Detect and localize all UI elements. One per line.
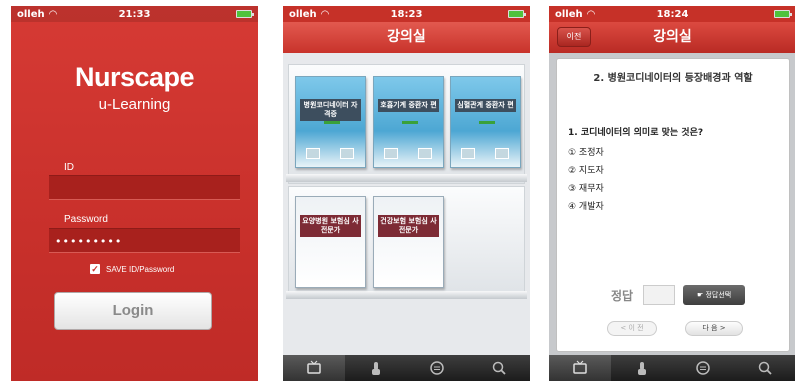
login-button[interactable]: Login	[54, 292, 212, 330]
touch-icon	[637, 362, 646, 375]
save-label: SAVE ID/Password	[106, 264, 175, 274]
progress-bar	[402, 121, 418, 124]
course-book[interactable]: 건강보험 보험심 사전문가	[373, 196, 444, 288]
select-answer-button[interactable]: ☛ 정답선택	[683, 285, 746, 305]
course-thumbnail	[306, 148, 320, 159]
question-text: 1. 코디네이터의 의미로 맞는 것은?	[568, 128, 704, 138]
course-title: 병원코디네이터 자격증	[300, 99, 361, 121]
progress-bar	[479, 121, 495, 124]
course-title: 호흡기계 중환자 편	[378, 99, 439, 112]
lesson-heading: 2. 병원코디네이터의 등장배경과 역할	[593, 73, 753, 84]
answer-option[interactable]: ③ 재무자	[568, 181, 604, 194]
course-title: 심혈관계 중환자 편	[455, 99, 516, 112]
battery-icon	[508, 10, 526, 18]
tab-search[interactable]	[734, 355, 795, 381]
login-screen: olleh ◠ 21:33 Nurscape u-Learning ID Pas…	[11, 6, 258, 381]
progress-bar	[324, 121, 340, 124]
answer-option[interactable]: ④ 개발자	[568, 199, 604, 212]
status-bar: olleh ◠ 21:33	[11, 6, 258, 22]
save-checkbox[interactable]: ✓	[90, 264, 100, 274]
wifi-icon: ◠	[586, 8, 596, 20]
answer-option[interactable]: ② 지도자	[568, 163, 604, 176]
tab-search[interactable]	[468, 355, 530, 381]
shelf-board	[286, 291, 527, 299]
carrier-label: olleh	[289, 8, 317, 20]
carrier-label: olleh	[17, 8, 45, 20]
tab-chat[interactable]	[407, 355, 469, 381]
classroom-screen: olleh ◠ 18:23 강의실 병원코디네이터 자격증 호흡기계 중환자 편…	[283, 6, 530, 381]
course-book[interactable]: 요양병원 보험심 사전문가	[295, 196, 366, 288]
tab-touch[interactable]	[345, 355, 407, 381]
save-credentials-row[interactable]: ✓ SAVE ID/Password	[90, 264, 174, 274]
search-icon	[758, 361, 772, 375]
course-book[interactable]: 병원코디네이터 자격증	[295, 76, 366, 168]
status-bar: olleh ◠ 18:24	[549, 6, 795, 22]
course-thumbnail	[384, 148, 398, 159]
wifi-icon: ◠	[320, 8, 330, 20]
answer-option[interactable]: ① 조정자	[568, 145, 604, 158]
course-book[interactable]: 심혈관계 중환자 편	[450, 76, 521, 168]
course-thumbnail	[495, 148, 509, 159]
tv-icon	[307, 360, 321, 374]
app-logo-subtitle: u-Learning	[98, 96, 171, 113]
status-bar: olleh ◠ 18:23	[283, 6, 530, 22]
title-bar: 강의실 이전	[549, 22, 795, 53]
chat-icon	[696, 361, 711, 375]
tab-classroom[interactable]	[283, 355, 345, 381]
course-title: 요양병원 보험심 사전문가	[300, 215, 361, 237]
tv-icon	[573, 360, 587, 374]
page-title: 강의실	[283, 22, 530, 53]
course-book[interactable]: 호흡기계 중환자 편	[373, 76, 444, 168]
battery-icon	[236, 10, 254, 18]
course-thumbnail	[461, 148, 475, 159]
next-button[interactable]: 다 음 >	[685, 321, 743, 336]
answer-input[interactable]	[643, 285, 676, 305]
id-input[interactable]	[49, 175, 240, 200]
password-input[interactable]: •••••••••	[49, 228, 240, 253]
tab-touch[interactable]	[611, 355, 673, 381]
select-answer-label: 정답선택	[705, 291, 732, 299]
search-icon	[492, 361, 506, 375]
wifi-icon: ◠	[48, 8, 58, 20]
back-button[interactable]: 이전	[557, 27, 591, 47]
id-label: ID	[64, 162, 74, 173]
tab-bar	[283, 355, 530, 381]
answer-label: 정답	[611, 288, 634, 303]
quiz-screen: olleh ◠ 18:24 강의실 이전 2. 병원코디네이터의 등장배경과 역…	[549, 6, 795, 381]
quiz-card: 2. 병원코디네이터의 등장배경과 역할 1. 코디네이터의 의미로 맞는 것은…	[556, 58, 790, 352]
shelf-board	[286, 174, 527, 182]
battery-icon	[774, 10, 792, 18]
tab-classroom[interactable]	[549, 355, 611, 381]
answer-row: 정답 ☛ 정답선택	[611, 285, 746, 305]
course-title: 건강보험 보험심 사전문가	[378, 215, 439, 237]
carrier-label: olleh	[555, 8, 583, 20]
password-label: Password	[64, 214, 108, 225]
tab-chat[interactable]	[673, 355, 735, 381]
pointer-icon: ☛	[696, 291, 704, 299]
course-thumbnail	[340, 148, 354, 159]
tab-bar	[549, 355, 795, 381]
chat-icon	[430, 361, 445, 375]
course-thumbnail	[418, 148, 432, 159]
touch-icon	[371, 362, 380, 375]
prev-button[interactable]: < 이 전	[607, 321, 657, 336]
page-title: 강의실	[653, 29, 692, 45]
app-logo: Nurscape	[74, 62, 195, 92]
